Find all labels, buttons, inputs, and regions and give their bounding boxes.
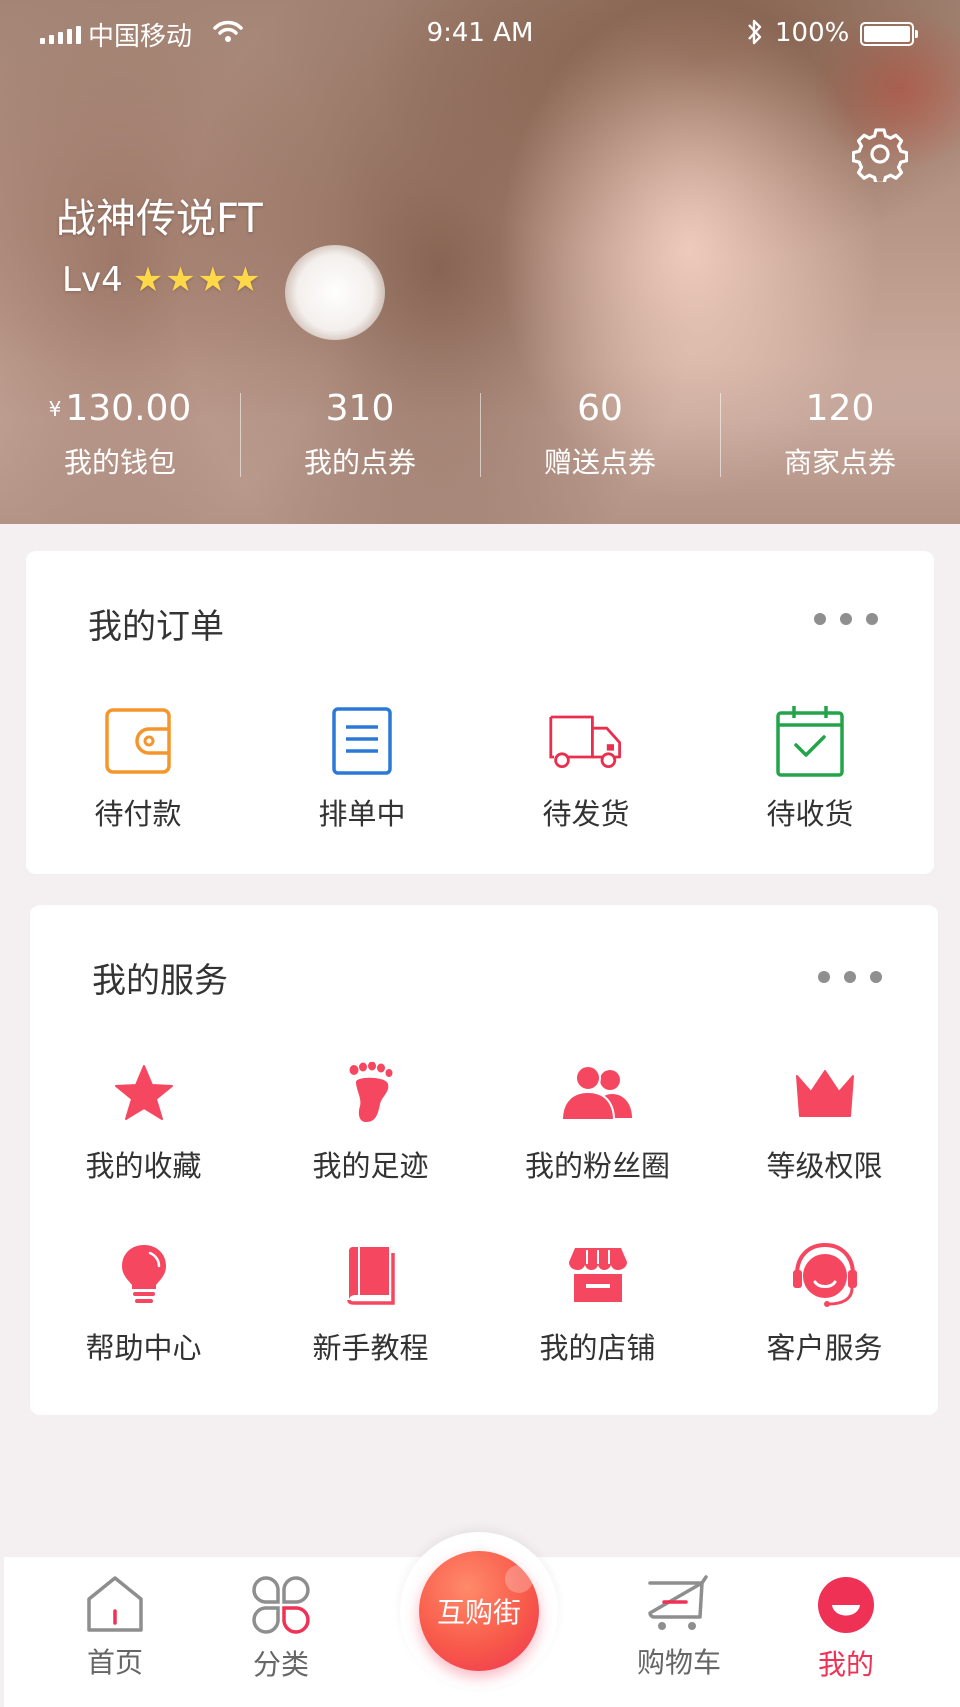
order-label: 待收货 [766, 797, 854, 831]
stat-wallet[interactable]: ¥130.00 我的钱包 [0, 385, 240, 485]
service-help-center[interactable]: 帮助中心 [30, 1235, 257, 1367]
footprint-icon [349, 1062, 392, 1122]
stat-value: 130.00 [65, 388, 192, 429]
profile-header: 中国移动 9:41 AM 100% 战神传说FT Lv4 ★ ★ ★ ★ ¥13… [0, 0, 960, 524]
stat-label: 商家点券 [783, 446, 896, 479]
header-background-decoration [285, 245, 385, 340]
tab-mine[interactable]: 我的 [786, 1575, 906, 1683]
stat-merchant-coupons[interactable]: 120 商家点券 [720, 385, 960, 485]
smile-icon [818, 1577, 874, 1633]
stat-my-coupons[interactable]: 310 我的点券 [240, 385, 480, 485]
shop-icon [568, 1248, 627, 1302]
service-label: 我的收藏 [85, 1149, 202, 1183]
book-icon [346, 1247, 395, 1305]
services-title: 我的服务 [92, 961, 228, 1001]
service-label: 我的足迹 [312, 1149, 429, 1183]
service-label: 我的粉丝圈 [524, 1149, 670, 1183]
orders-grid: 待付款 排单中 待发货 待收货 [26, 701, 934, 833]
center-mall-button[interactable]: 互购街 [419, 1551, 539, 1671]
home-icon [87, 1576, 143, 1632]
lightbulb-icon [121, 1245, 166, 1303]
service-level-privileges[interactable]: 等级权限 [711, 1053, 938, 1185]
tab-label: 购物车 [636, 1646, 721, 1679]
tab-category[interactable]: 分类 [221, 1575, 341, 1683]
service-label: 帮助中心 [85, 1331, 202, 1365]
truck-icon [549, 715, 621, 768]
cart-icon [648, 1575, 708, 1630]
stat-label: 我的钱包 [63, 446, 176, 479]
crown-icon [795, 1070, 854, 1117]
order-label: 待发货 [542, 797, 630, 831]
tab-cart[interactable]: 购物车 [619, 1575, 739, 1681]
tab-label: 我的 [817, 1648, 874, 1681]
tab-label: 首页 [86, 1646, 143, 1679]
status-bar: 中国移动 9:41 AM 100% [0, 0, 960, 68]
service-fan-circle[interactable]: 我的粉丝圈 [484, 1053, 711, 1185]
service-tutorial[interactable]: 新手教程 [257, 1235, 484, 1367]
stat-label: 我的点券 [303, 446, 416, 479]
battery-percent: 100% [775, 18, 850, 48]
username: 战神传说FT [56, 196, 263, 242]
star-icon: ★ [165, 260, 196, 300]
currency-symbol: ¥ [48, 397, 62, 421]
member-level: Lv4 ★ ★ ★ ★ [62, 260, 261, 300]
service-favorites[interactable]: 我的收藏 [30, 1053, 257, 1185]
services-grid-row-1: 我的收藏 我的足迹 我的粉丝圈 等级权限 [30, 1053, 938, 1185]
wallet-icon [105, 708, 171, 774]
star-icon [114, 1065, 173, 1120]
order-pending-payment[interactable]: 待付款 [26, 701, 250, 833]
gear-icon[interactable] [852, 126, 908, 182]
level-label: Lv4 [62, 260, 123, 300]
service-label: 新手教程 [312, 1331, 429, 1365]
orders-card: 我的订单 待付款 排单中 待发货 待收货 [26, 551, 934, 874]
star-icon: ★ [132, 260, 164, 300]
users-icon [560, 1065, 632, 1121]
stat-value: 310 [325, 388, 395, 429]
service-footprints[interactable]: 我的足迹 [257, 1053, 484, 1185]
services-card: 我的服务 我的收藏 我的足迹 我的粉丝圈 等级权限 帮助中心 新手教程 我的店铺… [30, 905, 938, 1415]
service-customer-service[interactable]: 客户服务 [711, 1235, 938, 1367]
center-button-label: 互购街 [436, 1596, 521, 1629]
headset-icon [792, 1242, 857, 1307]
orders-title: 我的订单 [88, 607, 224, 647]
tab-label: 分类 [252, 1648, 309, 1681]
stat-gift-coupons[interactable]: 60 赠送点券 [480, 385, 720, 485]
calendar-check-icon [776, 706, 844, 777]
service-label: 等级权限 [766, 1149, 883, 1183]
stat-value: 120 [805, 388, 875, 429]
order-label: 排单中 [318, 797, 406, 831]
service-my-shop[interactable]: 我的店铺 [484, 1235, 711, 1367]
order-queued[interactable]: 排单中 [250, 701, 474, 833]
order-label: 待付款 [94, 797, 182, 831]
orders-more-button[interactable] [810, 609, 882, 629]
bluetooth-icon [748, 19, 762, 45]
stat-value: 60 [577, 388, 623, 429]
list-icon [332, 707, 392, 775]
order-awaiting-receipt[interactable]: 待收货 [698, 701, 922, 833]
category-icon [252, 1576, 310, 1634]
service-label: 客户服务 [766, 1331, 883, 1365]
battery-icon [860, 22, 918, 46]
account-stats: ¥130.00 我的钱包 310 我的点券 60 赠送点券 120 商家点券 [0, 385, 960, 485]
stat-label: 赠送点券 [543, 446, 656, 479]
service-label: 我的店铺 [539, 1331, 656, 1365]
level-stars: ★ ★ ★ ★ [133, 263, 261, 297]
tab-home[interactable]: 首页 [55, 1575, 175, 1681]
star-icon: ★ [197, 260, 229, 300]
star-icon: ★ [230, 260, 261, 300]
order-awaiting-shipment[interactable]: 待发货 [474, 701, 698, 833]
services-more-button[interactable] [814, 967, 886, 987]
services-grid-row-2: 帮助中心 新手教程 我的店铺 客户服务 [30, 1235, 938, 1367]
